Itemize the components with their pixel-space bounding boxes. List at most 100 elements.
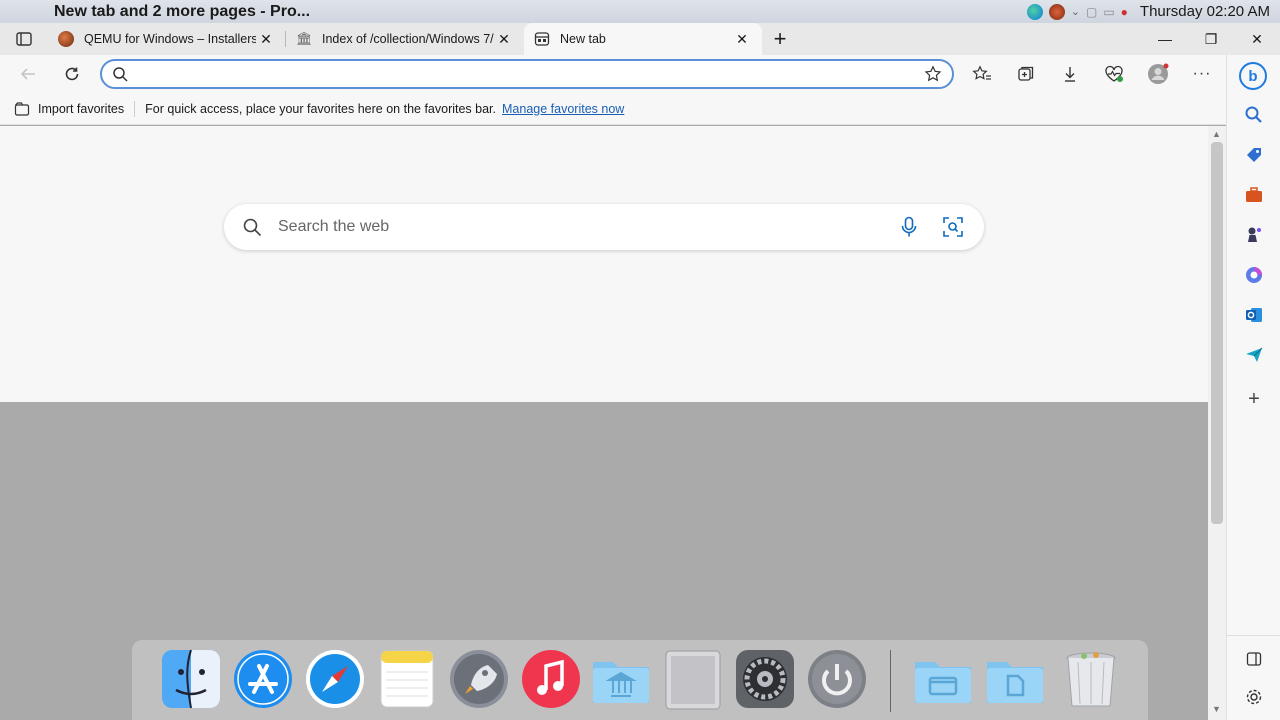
close-tab-icon[interactable]: ✕ [732,31,752,48]
tab-strip: QEMU for Windows – Installers (… ✕ 🏛 Ind… [0,23,1280,55]
svg-text:b: b [1248,68,1257,85]
qemu-icon [58,31,74,47]
profile-button[interactable] [1138,58,1178,90]
menubar-clock[interactable]: Thursday 02:20 AM [1140,3,1270,20]
hide-sidebar-button[interactable] [1242,647,1266,671]
power-icon[interactable] [806,648,868,710]
close-tab-icon[interactable]: ✕ [494,31,514,48]
window-controls: — ❐ ✕ [1142,23,1280,55]
sidebar-office-button[interactable] [1242,263,1266,287]
collections-button[interactable] [1006,58,1046,90]
browser-essentials-button[interactable] [1094,58,1134,90]
sidebar-outlook-button[interactable] [1242,303,1266,327]
back-arrow-icon [20,68,35,80]
close-window-button[interactable]: ✕ [1234,23,1280,55]
mac-menu-bar: New tab and 2 more pages - Pro... ⌄ ▢ ▭ … [0,0,1280,23]
tab-title: QEMU for Windows – Installers (… [84,32,256,46]
collections-icon [1018,66,1034,81]
sidebar-shopping-button[interactable] [1242,143,1266,167]
refresh-button[interactable] [52,58,92,90]
tab-title: New tab [560,32,606,46]
new-tab-button[interactable]: + [762,23,798,55]
microphone-icon[interactable] [896,214,922,240]
copilot-icon: b [1239,62,1267,90]
web-search-input[interactable] [278,218,878,236]
add-icon: + [1248,387,1260,410]
music-icon[interactable] [520,648,582,710]
briefcase-icon [1246,187,1262,202]
new-tab-page [0,126,1208,402]
tab-new-tab[interactable]: New tab ✕ [524,23,762,55]
scrollbar-thumb[interactable] [1211,142,1223,524]
download-icon [1065,67,1075,82]
favorites-button[interactable] [962,58,1002,90]
applications-folder-icon[interactable] [590,648,652,710]
restore-button[interactable]: ❐ [1188,23,1234,55]
web-search-box[interactable] [224,204,984,250]
sidebar-settings-button[interactable] [1242,685,1266,709]
close-tab-icon[interactable]: ✕ [256,31,276,48]
sidebar-tools-button[interactable] [1242,183,1266,207]
manage-favorites-link[interactable]: Manage favorites now [502,102,624,116]
tab-actions-button[interactable] [0,23,48,55]
outlook-icon [1246,308,1262,322]
downloads-button[interactable] [1050,58,1090,90]
edge-sidebar: b + [1226,55,1280,720]
screen-share-icon[interactable]: ▢ [1086,5,1097,19]
tab-qemu[interactable]: QEMU for Windows – Installers (… ✕ [48,23,286,55]
newtab-page-icon [534,31,550,47]
office-icon [1246,267,1262,283]
settings-more-button[interactable]: ··· [1182,58,1222,90]
sidebar-toggle-icon [1246,652,1262,666]
heart-pulse-icon [1105,65,1123,82]
search-icon [113,67,128,82]
address-bar[interactable] [100,59,954,89]
system-preferences-icon[interactable] [734,648,796,710]
safari-icon[interactable] [304,648,366,710]
sidebar-drop-button[interactable] [1242,343,1266,367]
active-window-title[interactable]: New tab and 2 more pages - Pro... [54,3,310,21]
finder-icon[interactable] [160,648,222,710]
sidebar-add-button[interactable]: + [1242,387,1266,411]
archive-icon: 🏛 [296,31,313,46]
avatar-icon [1148,63,1169,84]
scroll-down-arrow-icon[interactable]: ▼ [1212,704,1221,714]
notes-icon[interactable] [376,648,438,710]
copilot-button[interactable]: b [1238,61,1268,91]
browser-toolbar: ··· [0,55,1226,93]
sidebar-divider [1227,635,1280,636]
page-scrollbar[interactable]: ▲ ▼ [1208,126,1226,720]
chevron-down-icon[interactable]: ⌄ [1071,5,1080,18]
import-favorites-label: Import favorites [38,101,125,116]
search-icon [1245,106,1262,123]
sidebar-games-button[interactable] [1242,223,1266,247]
send-icon [1246,347,1263,362]
chess-icon [1248,227,1261,242]
tag-icon [1247,148,1261,162]
trash-icon[interactable] [1060,648,1122,710]
folder-icon[interactable] [912,648,974,710]
favorites-hint: For quick access, place your favorites h… [145,101,497,116]
minimize-button[interactable]: — [1142,23,1188,55]
edge-tray-icon[interactable] [1026,3,1043,20]
address-input[interactable] [138,66,924,82]
import-favorites-button[interactable]: Import favorites [14,100,136,117]
add-favorite-star-icon[interactable] [924,65,942,83]
network-disconnected-icon[interactable]: ● [1121,5,1128,19]
display-icon[interactable]: ▭ [1103,5,1114,19]
tab-index-windows7[interactable]: 🏛 Index of /collection/Windows 7/ ✕ [286,23,524,55]
import-favorites-icon [14,101,30,116]
back-button[interactable] [8,58,48,90]
mac-pro-icon[interactable] [662,648,724,710]
app-tray-icon[interactable] [1048,3,1065,20]
documents-folder-icon[interactable] [984,648,1046,710]
favorites-bar: Import favorites For quick access, place… [0,93,1226,125]
sidebar-search-button[interactable] [1242,103,1266,127]
visual-search-icon[interactable] [940,214,966,240]
gear-icon [1246,689,1262,705]
app-store-icon[interactable] [232,648,294,710]
tab-title: Index of /collection/Windows 7/ [322,32,494,46]
launchpad-icon[interactable] [448,648,510,710]
dock-divider [890,650,891,712]
scroll-up-arrow-icon[interactable]: ▲ [1212,129,1221,139]
